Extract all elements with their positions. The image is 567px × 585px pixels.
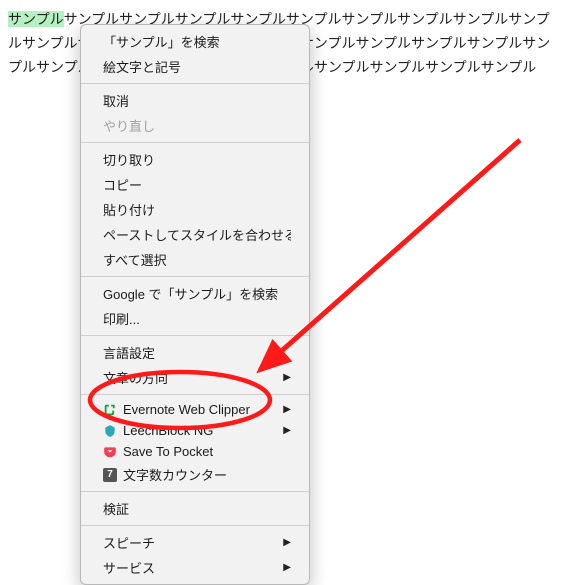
menu-emoji-symbols[interactable]: 絵文字と記号 [81,54,309,79]
menu-search-selection[interactable]: 「サンプル」を検索 [81,29,309,54]
menu-separator [81,394,309,395]
menu-paste[interactable]: 貼り付け [81,197,309,222]
menu-print[interactable]: 印刷... [81,306,309,331]
menu-separator [81,276,309,277]
menu-inspect[interactable]: 検証 [81,496,309,521]
menu-cut[interactable]: 切り取り [81,147,309,172]
chevron-right-icon: ▶ [283,404,291,415]
counter-icon: 7 [103,468,117,482]
leechblock-icon [103,424,117,438]
menu-separator [81,491,309,492]
menu-ext-evernote[interactable]: Evernote Web Clipper ▶ [81,399,309,420]
menu-copy[interactable]: コピー [81,172,309,197]
selected-text[interactable]: サンプル [8,11,64,27]
menu-ext-pocket[interactable]: Save To Pocket [81,441,309,462]
menu-speech[interactable]: スピーチ ▶ [81,530,309,555]
pocket-icon [103,445,117,459]
chevron-right-icon: ▶ [283,537,291,548]
menu-text-direction[interactable]: 文章の方向 ▶ [81,365,309,390]
menu-undo[interactable]: 取消 [81,88,309,113]
menu-select-all[interactable]: すべて選択 [81,247,309,272]
menu-separator [81,525,309,526]
context-menu: 「サンプル」を検索 絵文字と記号 取消 やり直し 切り取り コピー 貼り付け ペ… [80,24,310,585]
menu-google-search[interactable]: Google で「サンプル」を検索 [81,281,309,306]
menu-language-settings[interactable]: 言語設定 [81,340,309,365]
menu-ext-leechblock[interactable]: LeechBlock NG ▶ [81,420,309,441]
chevron-right-icon: ▶ [283,562,291,573]
menu-separator [81,335,309,336]
menu-separator [81,83,309,84]
menu-services[interactable]: サービス ▶ [81,555,309,580]
chevron-right-icon: ▶ [283,425,291,436]
menu-redo: やり直し [81,113,309,138]
evernote-icon [103,403,117,417]
menu-ext-character-counter[interactable]: 7 文字数カウンター [81,462,309,487]
chevron-right-icon: ▶ [283,372,291,383]
menu-paste-match-style[interactable]: ペーストしてスタイルを合わせる [81,222,309,247]
menu-separator [81,142,309,143]
